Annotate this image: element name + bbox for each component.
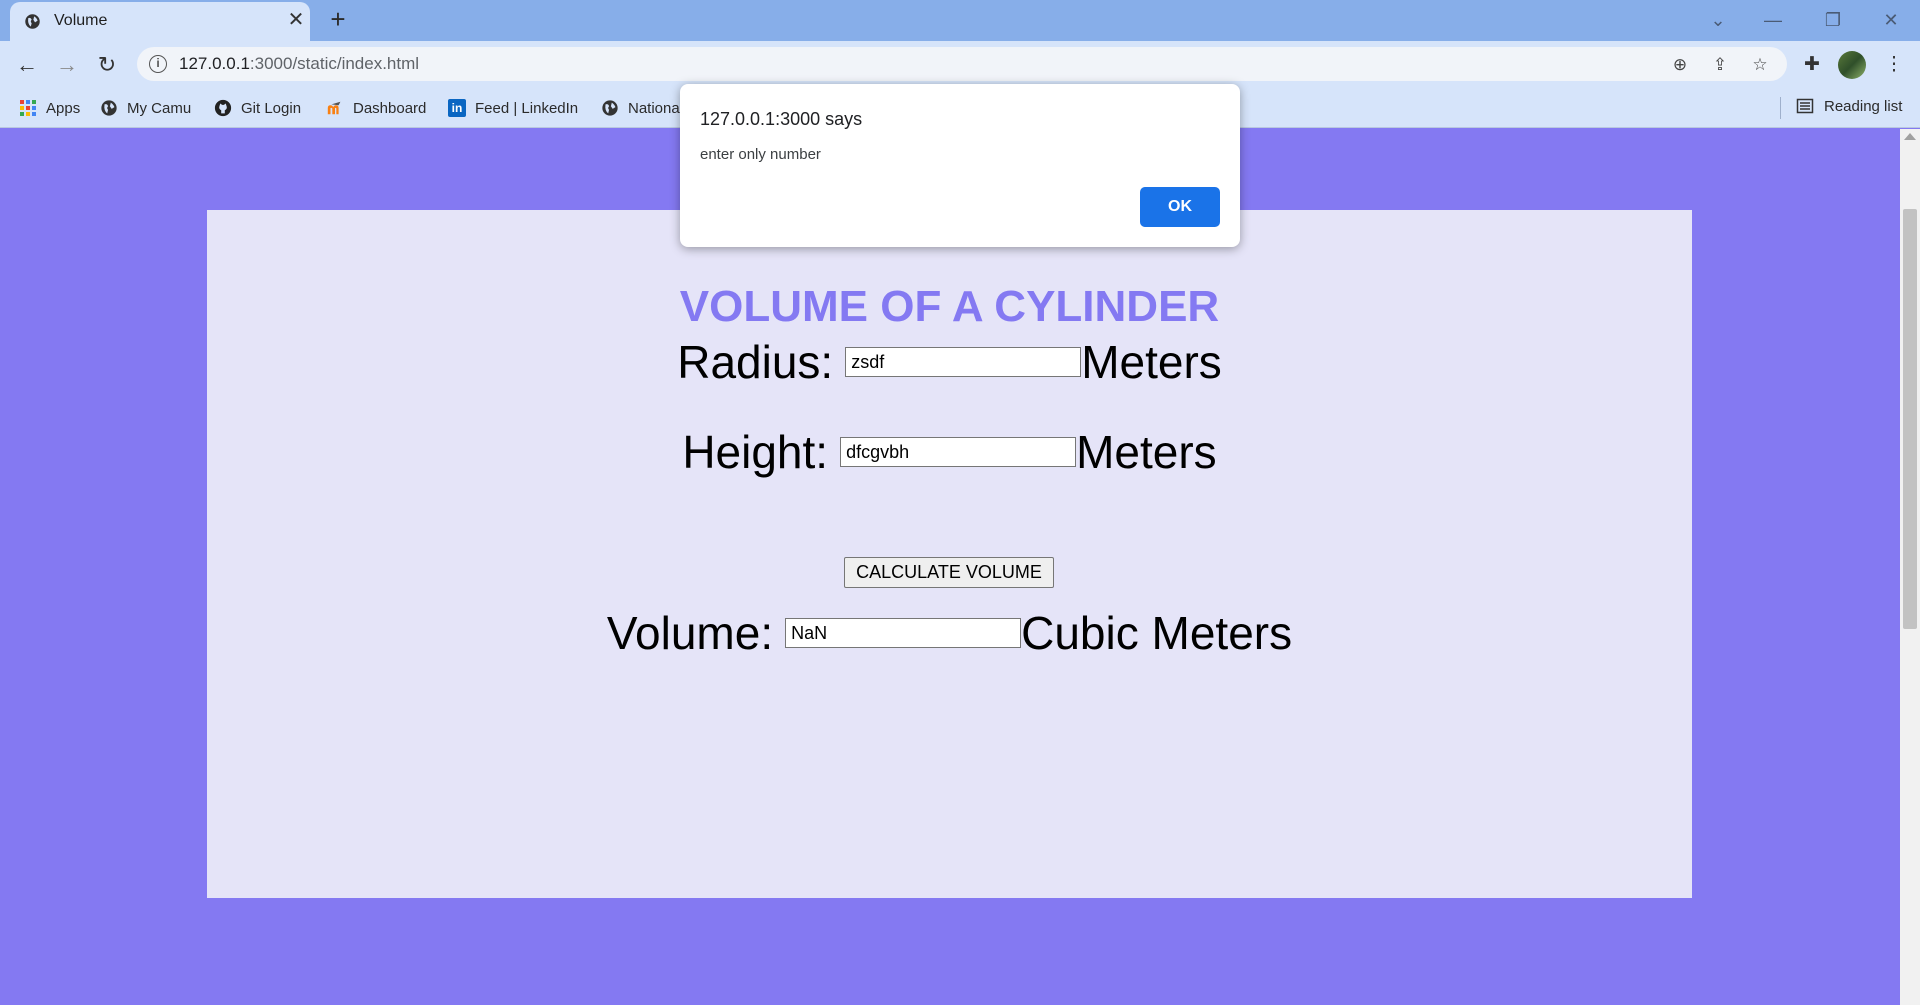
globe-icon	[101, 100, 117, 116]
radius-input[interactable]	[845, 347, 1082, 377]
alert-dialog: 127.0.0.1:3000 says enter only number OK	[680, 84, 1240, 247]
page-scrollbar[interactable]	[1900, 129, 1920, 1005]
dialog-message: enter only number	[700, 146, 821, 163]
bookmark-apps[interactable]: Apps	[20, 97, 80, 119]
bookmark-label: Apps	[46, 99, 81, 117]
github-icon	[214, 99, 232, 117]
menu-kebab-icon[interactable]: ⋮	[1880, 51, 1908, 79]
bookmark-label: Feed | LinkedIn	[475, 99, 579, 117]
tab-title: Volume	[54, 12, 108, 29]
bookmark-linkedin[interactable]: in Feed | LinkedIn	[448, 97, 578, 119]
bookmark-star-icon[interactable]: ☆	[1748, 53, 1772, 77]
scroll-thumb[interactable]	[1903, 209, 1917, 629]
restore-icon[interactable]: ❐	[1818, 6, 1848, 34]
linkedin-icon: in	[448, 99, 466, 117]
bookmark-label: Nationa	[628, 99, 680, 117]
minimize-icon[interactable]: —	[1758, 6, 1788, 34]
page-title: VOLUME OF A CYLINDER	[679, 282, 1220, 331]
radius-label: Radius:	[677, 336, 834, 388]
browser-toolbar: ← → ↻ i 127.0.0.1:3000/static/index.html…	[0, 41, 1920, 89]
volume-label: Volume:	[606, 607, 774, 659]
page-viewport: VOLUME OF A CYLINDER Radius: Meters Heig…	[0, 129, 1900, 1005]
profile-avatar[interactable]	[1838, 51, 1866, 79]
share-icon[interactable]: ⇪	[1708, 53, 1732, 77]
globe-icon	[602, 100, 618, 116]
bookmark-label: My Camu	[127, 99, 192, 117]
globe-icon	[25, 14, 40, 29]
moodle-icon	[327, 101, 341, 115]
height-label: Height:	[682, 426, 829, 478]
site-info-icon[interactable]: i	[149, 55, 167, 73]
volume-unit: Cubic Meters	[1021, 607, 1293, 659]
bookmark-national[interactable]: Nationa	[601, 97, 680, 119]
tab-volume[interactable]: Volume ✕	[10, 2, 310, 41]
bookmark-git-login[interactable]: Git Login	[214, 97, 301, 119]
tab-search-icon[interactable]: ⌄	[1703, 6, 1733, 34]
bookmark-my-camu[interactable]: My Camu	[100, 97, 191, 119]
reading-list-icon	[1796, 98, 1814, 114]
calculator-card: VOLUME OF A CYLINDER Radius: Meters Heig…	[207, 210, 1692, 898]
volume-output[interactable]	[785, 618, 1022, 648]
scroll-up-arrow-icon[interactable]	[1904, 133, 1916, 140]
radius-unit: Meters	[1081, 336, 1222, 388]
radius-row: Radius: Meters	[207, 335, 1692, 389]
tab-close-icon[interactable]: ✕	[286, 10, 306, 31]
reading-list-label: Reading list	[1824, 97, 1903, 115]
dialog-ok-button[interactable]: OK	[1140, 187, 1220, 227]
height-unit: Meters	[1076, 426, 1217, 478]
volume-row: Volume: Cubic Meters	[207, 606, 1692, 660]
new-tab-button[interactable]: +	[325, 6, 351, 34]
bookmark-label: Dashboard	[353, 99, 427, 117]
close-window-icon[interactable]: ✕	[1876, 6, 1906, 34]
back-icon[interactable]: ←	[12, 50, 42, 80]
bookmark-label: Git Login	[241, 99, 302, 117]
apps-icon	[20, 100, 36, 116]
dialog-title: 127.0.0.1:3000 says	[700, 109, 863, 129]
url-text: 127.0.0.1:3000/static/index.html	[179, 54, 420, 73]
bookmark-dashboard[interactable]: Dashboard	[326, 97, 426, 119]
calculate-volume-button[interactable]: CALCULATE VOLUME	[844, 557, 1054, 588]
height-row: Height: Meters	[207, 425, 1692, 479]
height-input[interactable]	[840, 437, 1077, 467]
reading-list-button[interactable]: Reading list	[1796, 97, 1902, 115]
zoom-icon[interactable]: ⊕	[1668, 53, 1692, 77]
forward-icon[interactable]: →	[52, 50, 82, 80]
extensions-icon[interactable]: ✚	[1798, 51, 1826, 79]
reload-icon[interactable]: ↻	[92, 50, 122, 80]
address-bar[interactable]: i 127.0.0.1:3000/static/index.html ⊕ ⇪ ☆	[137, 47, 1787, 81]
tab-strip: Volume ✕ + ⌄ — ❐ ✕	[0, 0, 1920, 41]
bookmarks-separator	[1780, 97, 1781, 119]
